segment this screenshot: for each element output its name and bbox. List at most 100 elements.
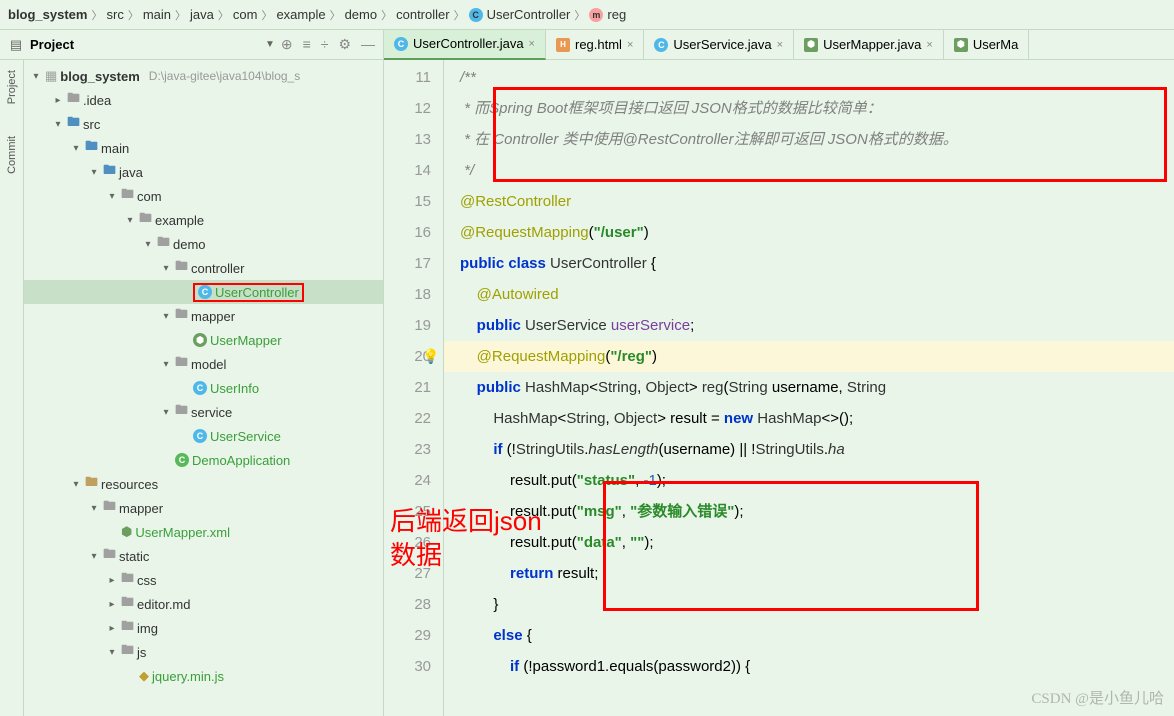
code-line[interactable]: @Autowired: [460, 279, 1174, 310]
line-number: 19: [384, 310, 431, 341]
code-line[interactable]: else {: [460, 620, 1174, 651]
editor-tab[interactable]: ⬢UserMapper.java×: [794, 30, 944, 60]
tree-item[interactable]: ⬢ UserMapper: [24, 328, 383, 352]
code-line[interactable]: * 在 Controller 类中使用@RestController注解即可返回…: [460, 124, 1174, 155]
tree-item[interactable]: ▾🖿 demo: [24, 232, 383, 256]
tree-root[interactable]: ▾▦ blog_systemD:\java-gitee\java104\blog…: [24, 64, 383, 88]
chevron-down-icon[interactable]: ▼: [265, 39, 275, 50]
breadcrumb-item[interactable]: blog_system: [8, 7, 87, 22]
chevron-icon[interactable]: ▾: [160, 311, 172, 322]
code-line[interactable]: HashMap<String, Object> result = new Has…: [460, 403, 1174, 434]
chevron-icon[interactable]: ▾: [70, 143, 82, 154]
bulb-icon[interactable]: 💡: [422, 341, 439, 372]
code-line[interactable]: result.put("status", -1);: [460, 465, 1174, 496]
tree-item[interactable]: ▾🖿 service: [24, 400, 383, 424]
breadcrumb-item[interactable]: java: [190, 7, 214, 22]
tree-item[interactable]: ▾🖿 java: [24, 160, 383, 184]
editor-tab[interactable]: ⬢UserMa: [944, 30, 1030, 60]
chevron-icon[interactable]: ▾: [160, 263, 172, 274]
code-line[interactable]: if (!StringUtils.hasLength(username) || …: [460, 434, 1174, 465]
tree-item[interactable]: ▾🖿 static: [24, 544, 383, 568]
tree-item[interactable]: C UserInfo: [24, 376, 383, 400]
html-file-icon: H: [556, 38, 570, 52]
project-title[interactable]: Project: [30, 37, 259, 52]
chevron-icon[interactable]: ▸: [106, 599, 118, 610]
line-number: 11: [384, 62, 431, 93]
tree-item[interactable]: ▾🖿 com: [24, 184, 383, 208]
tree-item[interactable]: ▾🖿 mapper: [24, 496, 383, 520]
code-line[interactable]: @RequestMapping("/user"): [460, 217, 1174, 248]
chevron-icon[interactable]: ▸: [106, 623, 118, 634]
breadcrumb-item[interactable]: demo: [345, 7, 378, 22]
breadcrumb-item[interactable]: example: [276, 7, 325, 22]
code-line[interactable]: /**: [460, 62, 1174, 93]
chevron-icon[interactable]: ▾: [142, 239, 154, 250]
code-line[interactable]: public UserService userService;: [460, 310, 1174, 341]
chevron-icon[interactable]: ▾: [160, 359, 172, 370]
chevron-icon[interactable]: ▸: [52, 95, 64, 106]
chevron-icon[interactable]: ▾: [88, 167, 100, 178]
chevron-down-icon[interactable]: ▾: [30, 71, 42, 82]
chevron-icon[interactable]: ▾: [106, 191, 118, 202]
chevron-icon[interactable]: ▾: [70, 479, 82, 490]
tree-item[interactable]: ▾🖿 main: [24, 136, 383, 160]
breadcrumb-item[interactable]: controller: [396, 7, 449, 22]
code-line[interactable]: }: [460, 589, 1174, 620]
tree-item[interactable]: ▸🖿 css: [24, 568, 383, 592]
collapse-icon[interactable]: ÷: [321, 36, 329, 53]
close-icon[interactable]: ×: [529, 38, 535, 50]
code-editor[interactable]: 1112131415161718192021222324252627282930…: [384, 60, 1174, 716]
tree-item[interactable]: ⬢ UserMapper.xml: [24, 520, 383, 544]
editor-tab[interactable]: CUserController.java×: [384, 30, 546, 60]
chevron-icon[interactable]: ▾: [160, 407, 172, 418]
chevron-icon[interactable]: ▾: [124, 215, 136, 226]
close-icon[interactable]: ×: [777, 39, 783, 51]
tree-item[interactable]: ▸🖿 editor.md: [24, 592, 383, 616]
breadcrumb-item[interactable]: src: [106, 7, 123, 22]
project-tree[interactable]: ▾▦ blog_systemD:\java-gitee\java104\blog…: [24, 60, 384, 716]
tree-item[interactable]: ▾🖿 js: [24, 640, 383, 664]
tree-item[interactable]: ▾🖿 controller: [24, 256, 383, 280]
tree-item[interactable]: ▾🖿 mapper: [24, 304, 383, 328]
tree-item[interactable]: CUserController: [24, 280, 383, 304]
tree-item[interactable]: ▸🖿 .idea: [24, 88, 383, 112]
editor-tab[interactable]: Hreg.html×: [546, 30, 644, 60]
code-line[interactable]: return result;: [460, 558, 1174, 589]
commit-tool-tab[interactable]: Commit: [4, 130, 20, 180]
code-line[interactable]: public HashMap<String, Object> reg(Strin…: [460, 372, 1174, 403]
tree-item[interactable]: ▾🖿 example: [24, 208, 383, 232]
code-line[interactable]: @RestController: [460, 186, 1174, 217]
hide-icon[interactable]: —: [361, 36, 375, 53]
breadcrumb-item[interactable]: reg: [607, 7, 626, 22]
sort-icon[interactable]: ≡: [303, 36, 311, 53]
code-line[interactable]: result.put("data", "");: [460, 527, 1174, 558]
project-tool-tab[interactable]: Project: [4, 64, 20, 110]
code-line[interactable]: */: [460, 155, 1174, 186]
breadcrumb-item[interactable]: UserController: [487, 7, 571, 22]
tree-item[interactable]: ▾🖿 src: [24, 112, 383, 136]
code-line[interactable]: result.put("msg", "参数输入错误");: [460, 496, 1174, 527]
tree-item[interactable]: ▾🖿 model: [24, 352, 383, 376]
code-line[interactable]: if (!password1.equals(password2)) {: [460, 651, 1174, 682]
breadcrumb-item[interactable]: com: [233, 7, 258, 22]
tree-item[interactable]: ◆ jquery.min.js: [24, 664, 383, 688]
tree-item[interactable]: ▾🖿 resources: [24, 472, 383, 496]
breadcrumb-item[interactable]: main: [143, 7, 171, 22]
tree-item[interactable]: ▸🖿 img: [24, 616, 383, 640]
chevron-icon[interactable]: ▾: [88, 503, 100, 514]
chevron-icon[interactable]: ▸: [106, 575, 118, 586]
chevron-icon[interactable]: ▾: [106, 647, 118, 658]
code-line[interactable]: public class UserController {: [460, 248, 1174, 279]
code-line[interactable]: * 而Spring Boot框架项目接口返回 JSON格式的数据比较简单：: [460, 93, 1174, 124]
tree-item[interactable]: C DemoApplication: [24, 448, 383, 472]
close-icon[interactable]: ×: [926, 39, 932, 51]
code-line[interactable]: 💡 @RequestMapping("/reg"): [444, 341, 1174, 372]
gear-icon[interactable]: ⚙: [338, 36, 351, 53]
target-icon[interactable]: ⊕: [281, 36, 293, 53]
chevron-icon[interactable]: ▾: [52, 119, 64, 130]
code-area[interactable]: /** * 而Spring Boot框架项目接口返回 JSON格式的数据比较简单…: [444, 60, 1174, 716]
close-icon[interactable]: ×: [627, 39, 633, 51]
chevron-icon[interactable]: ▾: [88, 551, 100, 562]
editor-tab[interactable]: CUserService.java×: [644, 30, 794, 60]
tree-item[interactable]: C UserService: [24, 424, 383, 448]
